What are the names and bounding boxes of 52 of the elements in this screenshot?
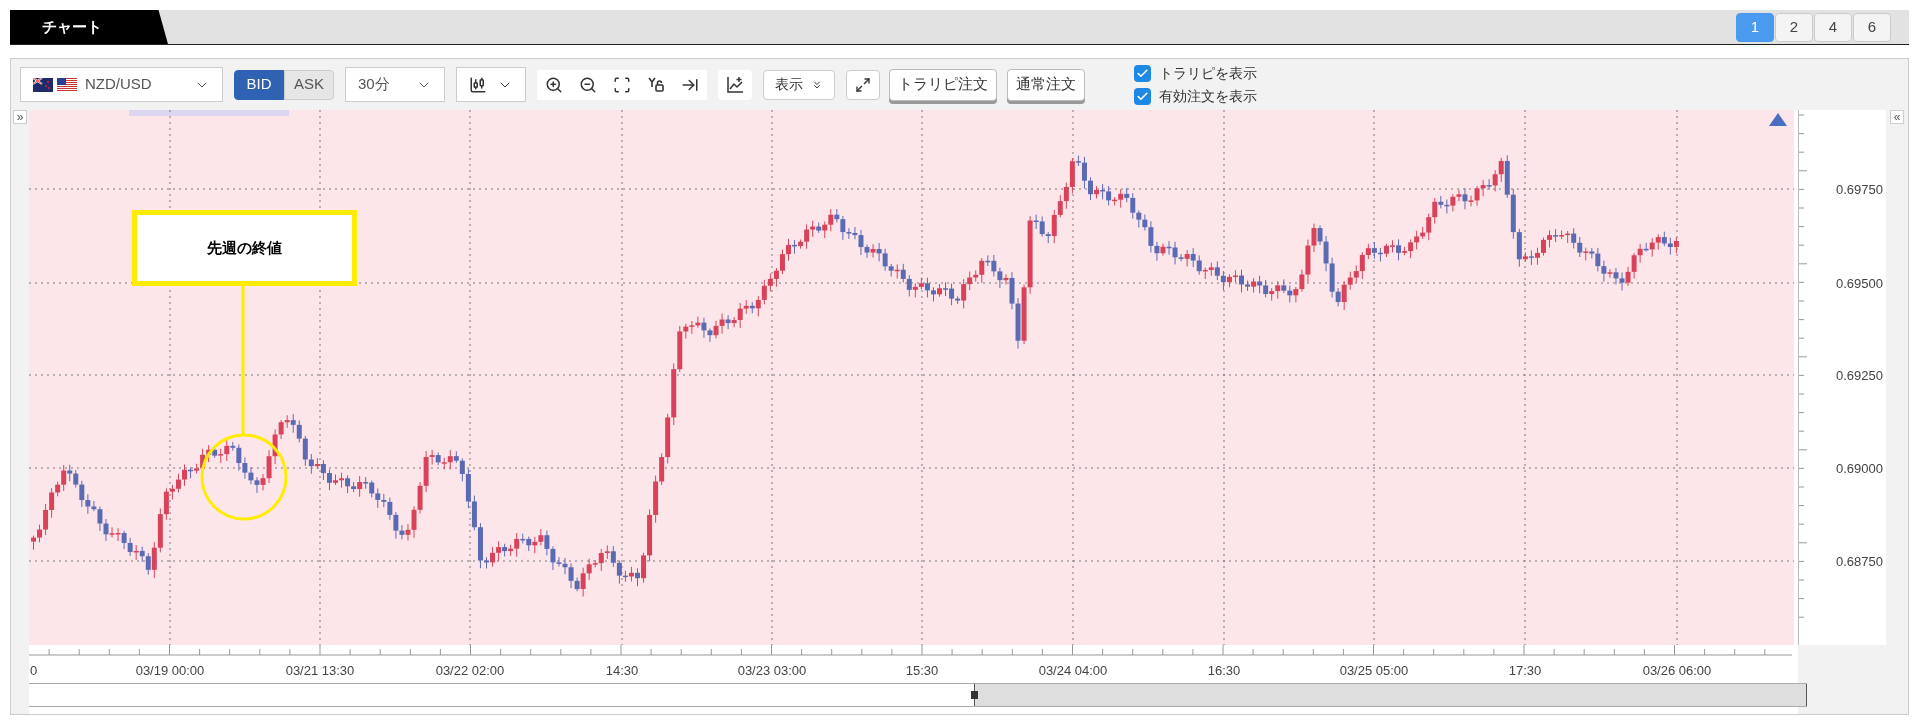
price-side-toggle[interactable]: BID <box>234 69 284 100</box>
price-axis-label: 0.68750 <box>1836 554 1883 569</box>
chart-type-dropdown[interactable] <box>456 67 526 102</box>
price-axis-label: 0.69000 <box>1836 461 1883 476</box>
price-side-toggle[interactable]: ASK <box>284 69 334 100</box>
price-axis-label: 0.69750 <box>1836 182 1883 197</box>
time-axis-label: 15:30 <box>905 663 939 678</box>
time-axis-label: 03/19 00:00 <box>135 663 205 678</box>
check-icon <box>1136 66 1149 80</box>
display-dropdown[interactable]: 表示 <box>763 69 835 100</box>
currency-pair-dropdown[interactable]: NZD/USD <box>20 67 223 102</box>
expand-button[interactable] <box>846 69 880 100</box>
range-handle[interactable] <box>971 691 978 699</box>
zoom-in-icon <box>545 75 563 94</box>
order-button[interactable]: トラリピ注文 <box>889 68 997 101</box>
time-axis-label: 0 <box>30 663 38 678</box>
zoom-out-icon <box>579 75 597 94</box>
price-axis-label: 0.69500 <box>1836 276 1883 291</box>
order-button[interactable]: 通常注文 <box>1007 68 1085 101</box>
time-axis-label: 03/26 06:00 <box>1642 663 1712 678</box>
chart-plus-icon <box>726 75 744 94</box>
time-axis-label: 03/22 02:00 <box>435 663 505 678</box>
checkbox[interactable] <box>1134 87 1151 105</box>
layout-button[interactable]: 4 <box>1814 12 1852 42</box>
time-axis-label: 17:30 <box>1508 663 1542 678</box>
checkbox[interactable] <box>1134 64 1151 82</box>
price-axis-label: 0.69250 <box>1836 368 1883 383</box>
time-axis-label: 03/24 04:00 <box>1038 663 1108 678</box>
y-lock-icon <box>647 75 665 94</box>
time-axis-label: 03/23 03:00 <box>737 663 807 678</box>
frame-icon <box>613 75 631 94</box>
layout-button[interactable]: 2 <box>1775 12 1813 42</box>
time-axis-label: 14:30 <box>605 663 639 678</box>
expand-icon <box>855 76 871 93</box>
annotation-callout: 先週の終値 <box>132 210 357 286</box>
expand-panel-toggle[interactable]: » <box>13 110 27 124</box>
time-axis-label: 03/25 05:00 <box>1339 663 1409 678</box>
nz-flag-icon <box>33 77 53 92</box>
layout-button[interactable]: 6 <box>1853 12 1891 42</box>
option-checkbox[interactable]: トラリピを表示 <box>1134 63 1257 83</box>
time-axis-label: 16:30 <box>1207 663 1241 678</box>
triangle-marker-icon <box>1769 113 1787 126</box>
time-axis-label: 03/21 13:30 <box>285 663 355 678</box>
option-checkbox[interactable]: 有効注文を表示 <box>1134 86 1257 106</box>
chart-tab[interactable]: チャート <box>10 10 168 44</box>
timeframe-dropdown[interactable]: 30分 <box>345 67 445 102</box>
us-flag-icon <box>57 77 77 92</box>
candlestick-icon <box>469 75 487 94</box>
collapse-panel-toggle[interactable]: « <box>1890 110 1904 124</box>
double-chevron-icon <box>811 78 823 91</box>
indicator-button[interactable] <box>718 69 752 100</box>
check-icon <box>1136 89 1149 103</box>
